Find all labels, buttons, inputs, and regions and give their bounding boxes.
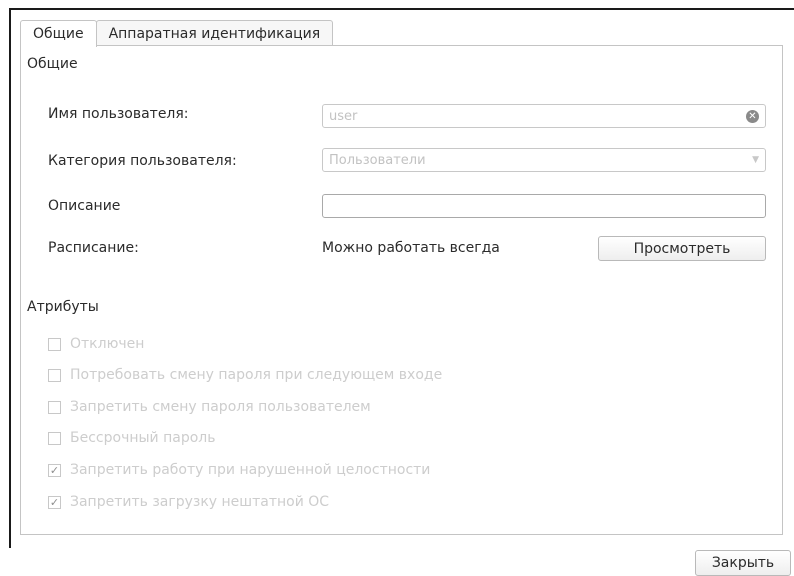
checkbox[interactable]: ✓ (48, 463, 61, 477)
attribute-label: Отключен (70, 336, 145, 352)
attribute-forbid-nonstandard-os-boot[interactable]: ✓ Запретить загрузку нештатной ОС (48, 494, 329, 510)
username-value: user (329, 108, 358, 124)
view-schedule-button[interactable]: Просмотреть (598, 236, 766, 261)
schedule-value: Можно работать всегда (322, 240, 500, 256)
tab-hardware-id[interactable]: Аппаратная идентификация (95, 20, 334, 46)
close-button[interactable]: Закрыть (695, 550, 791, 576)
checkmark-icon: ✓ (49, 495, 60, 509)
schedule-label: Расписание: (48, 240, 139, 256)
attribute-require-password-change[interactable]: Потребовать смену пароля при следующем в… (48, 367, 442, 383)
attribute-label: Запретить работу при нарушенной целостно… (70, 462, 431, 478)
username-field[interactable]: user ✕ (322, 104, 766, 128)
attribute-label: Запретить смену пароля пользователем (70, 399, 371, 415)
checkbox[interactable] (48, 400, 61, 414)
category-select[interactable]: Пользователи ▼ (322, 148, 766, 172)
username-label: Имя пользователя: (48, 106, 189, 122)
attributes-section-title: Атрибуты (27, 299, 99, 315)
category-label: Категория пользователя: (48, 153, 237, 169)
attribute-password-never-expires[interactable]: Бессрочный пароль (48, 430, 215, 446)
description-field[interactable] (322, 194, 766, 218)
clear-icon[interactable]: ✕ (746, 109, 759, 123)
attribute-label: Запретить загрузку нештатной ОС (70, 494, 330, 510)
checkbox[interactable]: ✓ (48, 495, 61, 509)
checkbox[interactable] (48, 431, 61, 445)
chevron-down-icon: ▼ (752, 155, 759, 165)
attribute-label: Бессрочный пароль (70, 430, 216, 446)
checkbox[interactable] (48, 337, 61, 351)
tab-general[interactable]: Общие (20, 20, 97, 47)
attribute-disabled[interactable]: Отключен (48, 336, 144, 352)
attribute-forbid-work-on-integrity-violation[interactable]: ✓ Запретить работу при нарушенной целост… (48, 462, 430, 478)
description-label: Описание (48, 198, 121, 214)
checkbox[interactable] (48, 368, 61, 382)
category-value: Пользователи (329, 152, 426, 168)
checkmark-icon: ✓ (49, 463, 60, 477)
general-section-title: Общие (27, 56, 78, 72)
attribute-label: Потребовать смену пароля при следующем в… (70, 367, 443, 383)
tab-bar: Общие Аппаратная идентификация (20, 20, 334, 47)
attribute-forbid-password-change[interactable]: Запретить смену пароля пользователем (48, 399, 371, 415)
